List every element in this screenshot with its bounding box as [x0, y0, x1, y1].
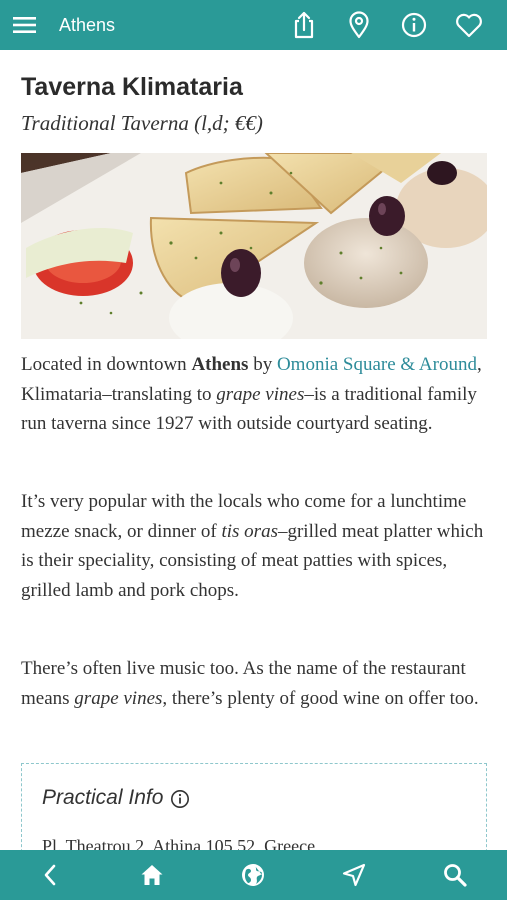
- description-paragraph-2: It’s very popular with the locals who co…: [21, 487, 493, 605]
- navigate-icon[interactable]: [341, 862, 367, 888]
- app-bar-title: Athens: [59, 15, 116, 35]
- description-paragraph-3: There’s often live music too. As the nam…: [21, 654, 493, 713]
- neighborhood-link[interactable]: Omonia Square & Around: [277, 354, 477, 375]
- emphasis-text: grape vines: [216, 383, 305, 405]
- place-title: Taverna Klimataria: [21, 73, 243, 101]
- globe-icon[interactable]: [240, 862, 266, 888]
- practical-info-heading: Practical Info: [42, 786, 164, 809]
- place-subtitle: Traditional Taverna (l,d; €€): [21, 111, 263, 135]
- text-run: by: [248, 354, 277, 375]
- bottom-nav-bar: [0, 850, 507, 900]
- emphasis-text: tis oras: [221, 520, 278, 542]
- home-icon[interactable]: [139, 862, 165, 888]
- top-app-bar: Athens: [0, 0, 507, 50]
- emphasis-text: grape vines: [74, 687, 163, 709]
- location-pin-icon[interactable]: [343, 9, 375, 41]
- place-photo: [21, 153, 487, 339]
- back-icon[interactable]: [38, 862, 64, 888]
- text-run: Located in downtown: [21, 354, 192, 375]
- menu-icon[interactable]: [10, 10, 40, 40]
- share-icon[interactable]: [288, 9, 320, 41]
- practical-info-box: Practical Info Pl. Theatrou 2, Athina 10…: [21, 763, 487, 850]
- heart-icon[interactable]: [453, 9, 485, 41]
- info-circle-icon[interactable]: [170, 789, 190, 809]
- place-detail: Taverna Klimataria Traditional Taverna (…: [0, 50, 507, 850]
- address-text: Pl. Theatrou 2, Athina 105 52, Greece: [42, 836, 316, 850]
- description-paragraph-1: Located in downtown Athens by Omonia Squ…: [21, 350, 493, 439]
- city-name: Athens: [191, 354, 249, 375]
- search-icon[interactable]: [442, 862, 468, 888]
- info-icon[interactable]: [398, 9, 430, 41]
- text-run: , there’s plenty of good wine on offer t…: [162, 687, 479, 709]
